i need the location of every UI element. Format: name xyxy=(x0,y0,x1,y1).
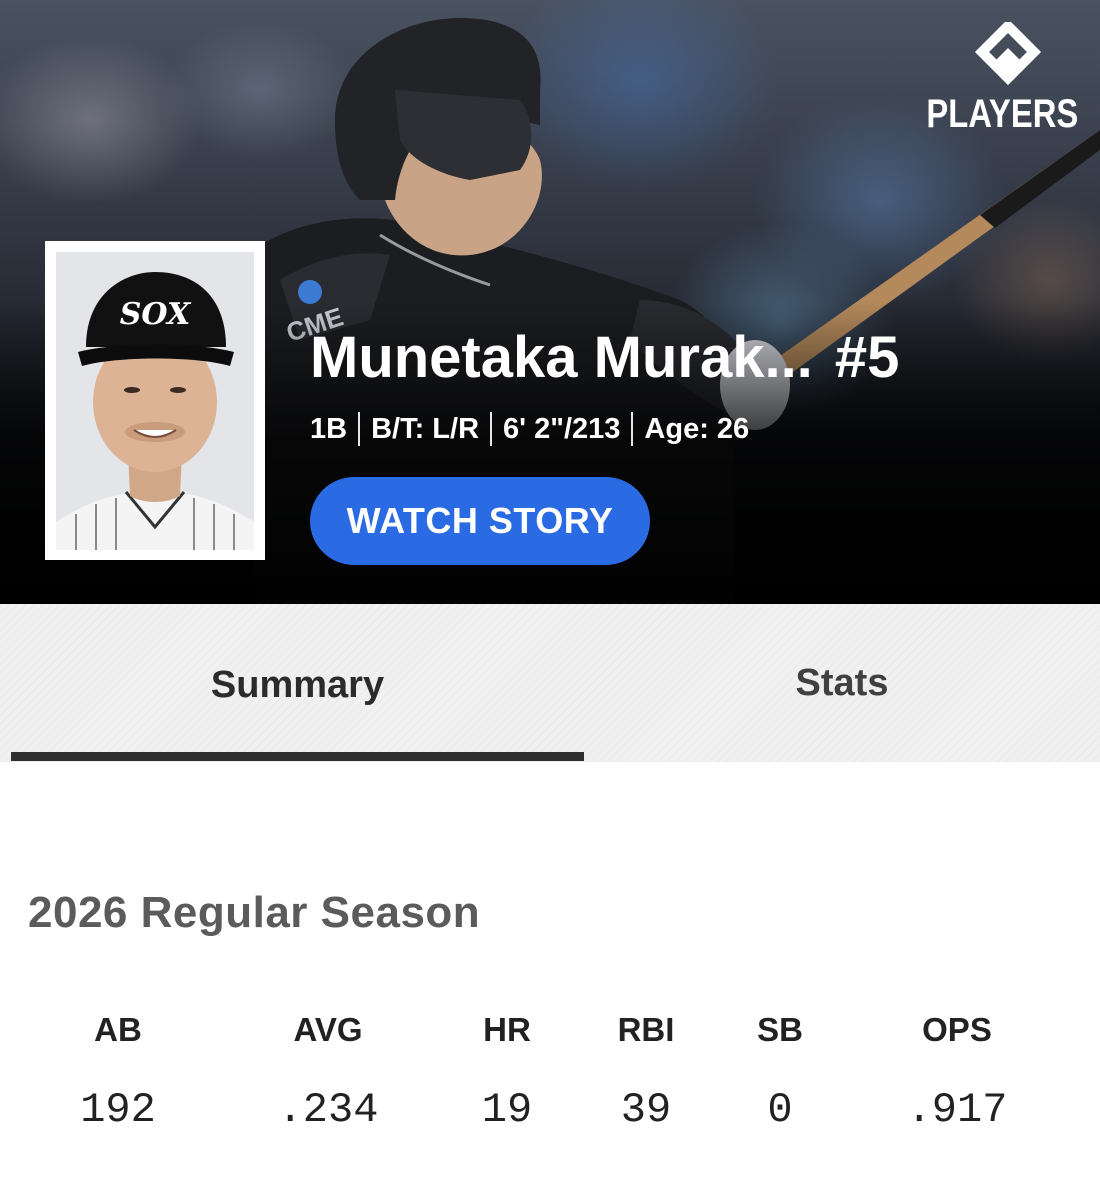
tab-bar: Summary Stats xyxy=(0,604,1100,762)
stat-value: 192 xyxy=(80,1086,156,1134)
tab-summary-label: Summary xyxy=(210,663,385,706)
mlb-players-diamond-icon xyxy=(974,22,1042,86)
stat-column-avg: AVG .234 xyxy=(228,1000,428,1134)
stat-header: OPS xyxy=(922,1011,992,1048)
stat-header: AVG xyxy=(293,1011,363,1048)
player-height-weight: 6' 2"/213 xyxy=(503,412,621,445)
svg-text:SOX: SOX xyxy=(120,297,192,332)
season-stats-table: AB 192 AVG .234 HR 19 RBI 39 SB 0 OPS .9… xyxy=(0,1000,1100,1150)
stat-value: 0 xyxy=(767,1086,793,1134)
player-position: 1B xyxy=(310,412,348,445)
stat-value: .234 xyxy=(277,1086,379,1134)
stat-header: SB xyxy=(757,1011,803,1048)
stat-column-ab: AB 192 xyxy=(18,1000,218,1134)
tab-stats-label: Stats xyxy=(795,661,889,704)
stat-header: AB xyxy=(94,1011,142,1048)
player-hero-banner: CME PLAYERS xyxy=(0,0,1100,604)
player-number: #5 xyxy=(834,325,900,390)
mlb-players-logo: PLAYERS xyxy=(926,22,1078,137)
player-info-row: 1B B/T: L/R 6' 2"/213 Age: 26 xyxy=(310,410,749,448)
player-age: Age: 26 xyxy=(644,412,750,445)
player-name: Munetaka Murak... xyxy=(310,325,813,390)
player-bats-throws: B/T: L/R xyxy=(371,412,480,445)
player-name-heading: Munetaka Murak... #5 xyxy=(310,325,899,391)
info-divider xyxy=(490,412,493,446)
watch-story-button[interactable]: WATCH STORY xyxy=(310,477,650,565)
player-headshot: SOX xyxy=(45,241,265,560)
white-sox-logo-icon: SOX xyxy=(120,297,192,332)
info-divider xyxy=(631,412,634,446)
stat-column-sb: SB 0 xyxy=(680,1000,880,1134)
stat-column-ops: OPS .917 xyxy=(857,1000,1057,1134)
season-title: 2026 Regular Season xyxy=(28,888,481,937)
headshot-photo: SOX xyxy=(56,252,254,550)
tab-summary[interactable]: Summary xyxy=(11,604,584,762)
logo-wordmark: PLAYERS xyxy=(926,92,1078,136)
info-divider xyxy=(358,412,361,446)
tab-stats[interactable]: Stats xyxy=(584,604,1100,762)
stat-value: .917 xyxy=(906,1086,1008,1134)
active-tab-indicator xyxy=(11,752,584,761)
